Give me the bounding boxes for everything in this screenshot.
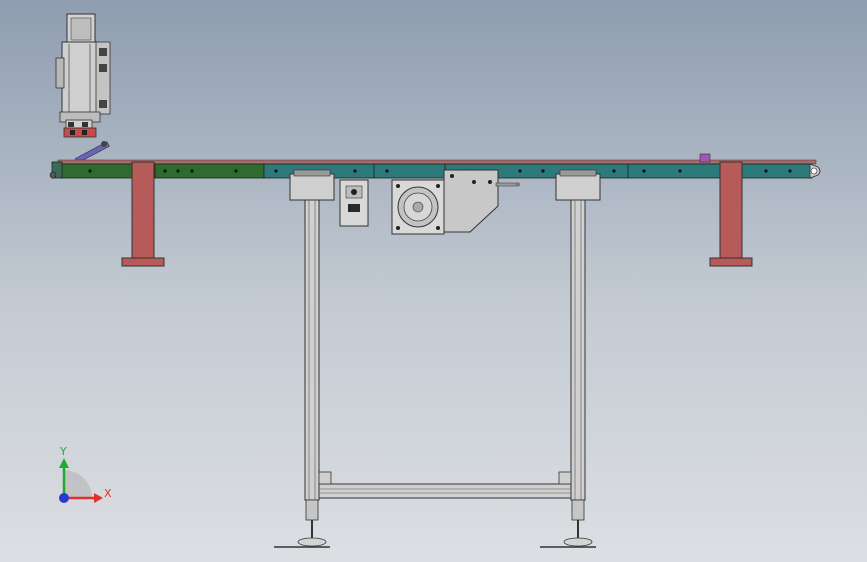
z-axis-dot xyxy=(59,493,69,503)
frame-mount-right[interactable] xyxy=(555,169,601,201)
leveling-foot-left[interactable] xyxy=(274,499,330,548)
y-axis-label: Y xyxy=(59,445,67,458)
x-axis-label: X xyxy=(104,487,112,500)
x-axis-arrow xyxy=(94,493,103,503)
coordinate-triad: Y X xyxy=(59,445,112,503)
drive-motor[interactable] xyxy=(391,179,445,235)
cad-model-view[interactable]: Y X xyxy=(0,0,867,562)
frame-left-column[interactable] xyxy=(304,199,320,501)
cad-viewport[interactable]: Y X xyxy=(0,0,867,562)
switch-box[interactable] xyxy=(339,179,369,227)
frame-right-column[interactable] xyxy=(570,199,586,501)
linear-actuator-module[interactable] xyxy=(55,13,111,138)
y-axis-arrow xyxy=(59,458,69,468)
frame-mount-left[interactable] xyxy=(289,169,335,201)
leveling-foot-right[interactable] xyxy=(540,499,596,548)
drive-mount-plate[interactable] xyxy=(443,169,520,233)
frame-crossbar[interactable] xyxy=(318,471,572,499)
conveyor-belt[interactable] xyxy=(49,153,821,179)
